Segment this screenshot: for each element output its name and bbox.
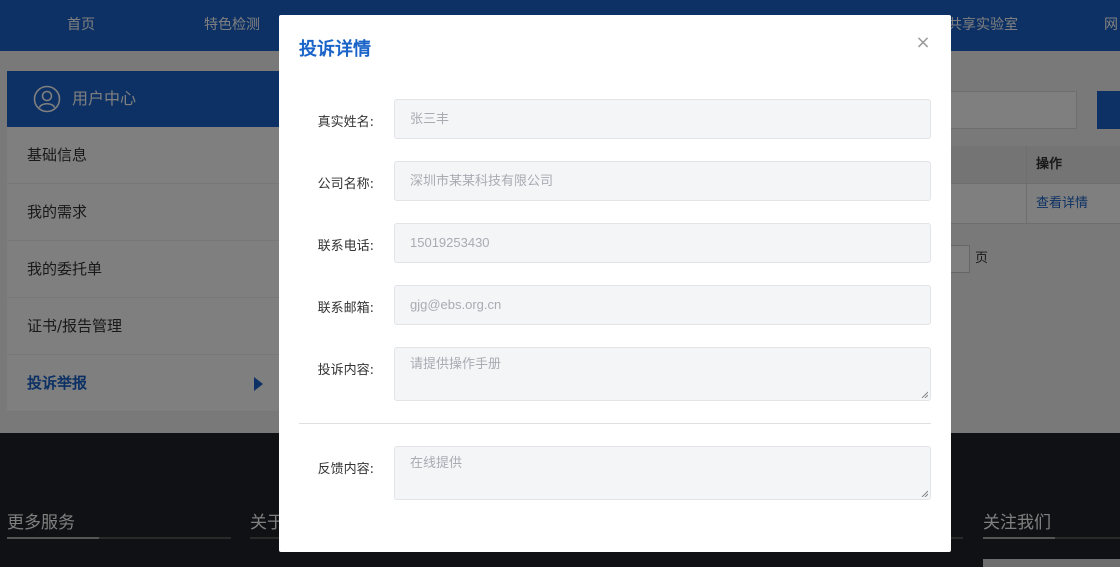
feedback-content-text: 在线提供	[410, 455, 463, 470]
field-label: 真实姓名:	[317, 115, 374, 130]
complaint-content-text: 请提供操作手册	[410, 356, 502, 371]
section-divider	[299, 423, 931, 424]
field-label: 联系电话:	[317, 239, 374, 254]
real-name-field[interactable]: 张三丰	[394, 99, 931, 139]
phone-field[interactable]: 15019253430	[394, 223, 931, 263]
resize-handle-icon[interactable]	[921, 490, 928, 497]
field-label: 投诉内容:	[317, 363, 374, 378]
field-label: 公司名称:	[317, 177, 374, 192]
complaint-content-textarea[interactable]: 请提供操作手册	[394, 347, 931, 401]
field-label: 联系邮箱:	[317, 301, 374, 316]
close-icon[interactable]: ×	[915, 34, 931, 52]
field-label: 反馈内容:	[317, 462, 374, 477]
feedback-content-textarea[interactable]: 在线提供	[394, 446, 931, 500]
modal-title: 投诉详情	[299, 39, 371, 60]
company-name-field[interactable]: 深圳市某某科技有限公司	[394, 161, 931, 201]
resize-handle-icon[interactable]	[921, 391, 928, 398]
email-field[interactable]: gjg@ebs.org.cn	[394, 285, 931, 325]
complaint-detail-modal: 投诉详情 × 真实姓名: 张三丰 公司名称: 深圳市某某科技有限公司 联系电话:…	[279, 15, 951, 552]
